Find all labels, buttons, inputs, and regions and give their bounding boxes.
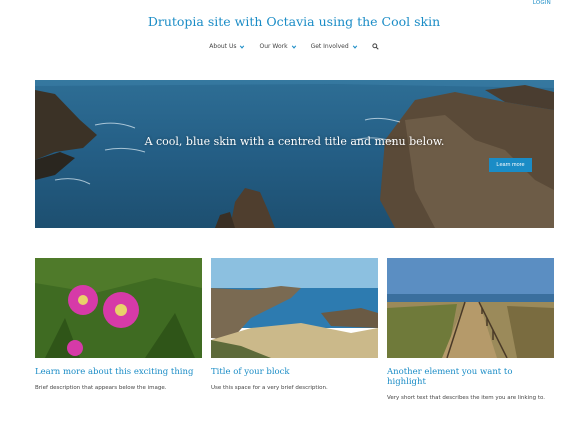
nav-item-label: Get Involved <box>310 43 349 50</box>
flower-image <box>35 258 202 358</box>
main-nav: About Us Our Work Get Involved <box>0 43 588 50</box>
card-1: Learn more about this exciting thing Bri… <box>35 258 202 393</box>
nav-item-label: About Us <box>209 43 237 50</box>
card-description: Brief description that appears below the… <box>35 385 167 391</box>
hero-image <box>35 80 554 228</box>
boardwalk-image <box>387 258 554 358</box>
card-description: Very short text that describes the item … <box>387 395 546 401</box>
card-image <box>211 258 378 358</box>
nav-item-get-involved[interactable]: Get Involved <box>311 43 358 50</box>
nav-item-about-us[interactable]: About Us <box>209 43 245 50</box>
nav-item-our-work[interactable]: Our Work <box>259 43 296 50</box>
card-image <box>387 258 554 358</box>
card-image <box>35 258 202 358</box>
card-description: Use this space for a very brief descript… <box>211 385 328 391</box>
hero-banner: A cool, blue skin with a centred title a… <box>35 80 554 228</box>
login-link[interactable]: LOGIN <box>533 0 551 6</box>
chevron-down-icon <box>352 44 357 49</box>
card-title[interactable]: Another element you want to highlight <box>387 367 554 387</box>
chevron-down-icon <box>291 44 296 49</box>
card-2: Title of your block Use this space for a… <box>211 258 378 393</box>
search-icon[interactable] <box>372 43 379 50</box>
coast-image <box>211 258 378 358</box>
chevron-down-icon <box>240 44 245 49</box>
learn-more-button[interactable]: Learn more <box>489 158 532 172</box>
card-title[interactable]: Learn more about this exciting thing <box>35 367 202 377</box>
hero-heading: A cool, blue skin with a centred title a… <box>144 135 445 148</box>
card-title[interactable]: Title of your block <box>211 367 378 377</box>
card-3: Another element you want to highlight Ve… <box>387 258 554 403</box>
site-title[interactable]: Drutopia site with Octavia using the Coo… <box>0 14 588 29</box>
nav-item-label: Our Work <box>259 43 288 50</box>
